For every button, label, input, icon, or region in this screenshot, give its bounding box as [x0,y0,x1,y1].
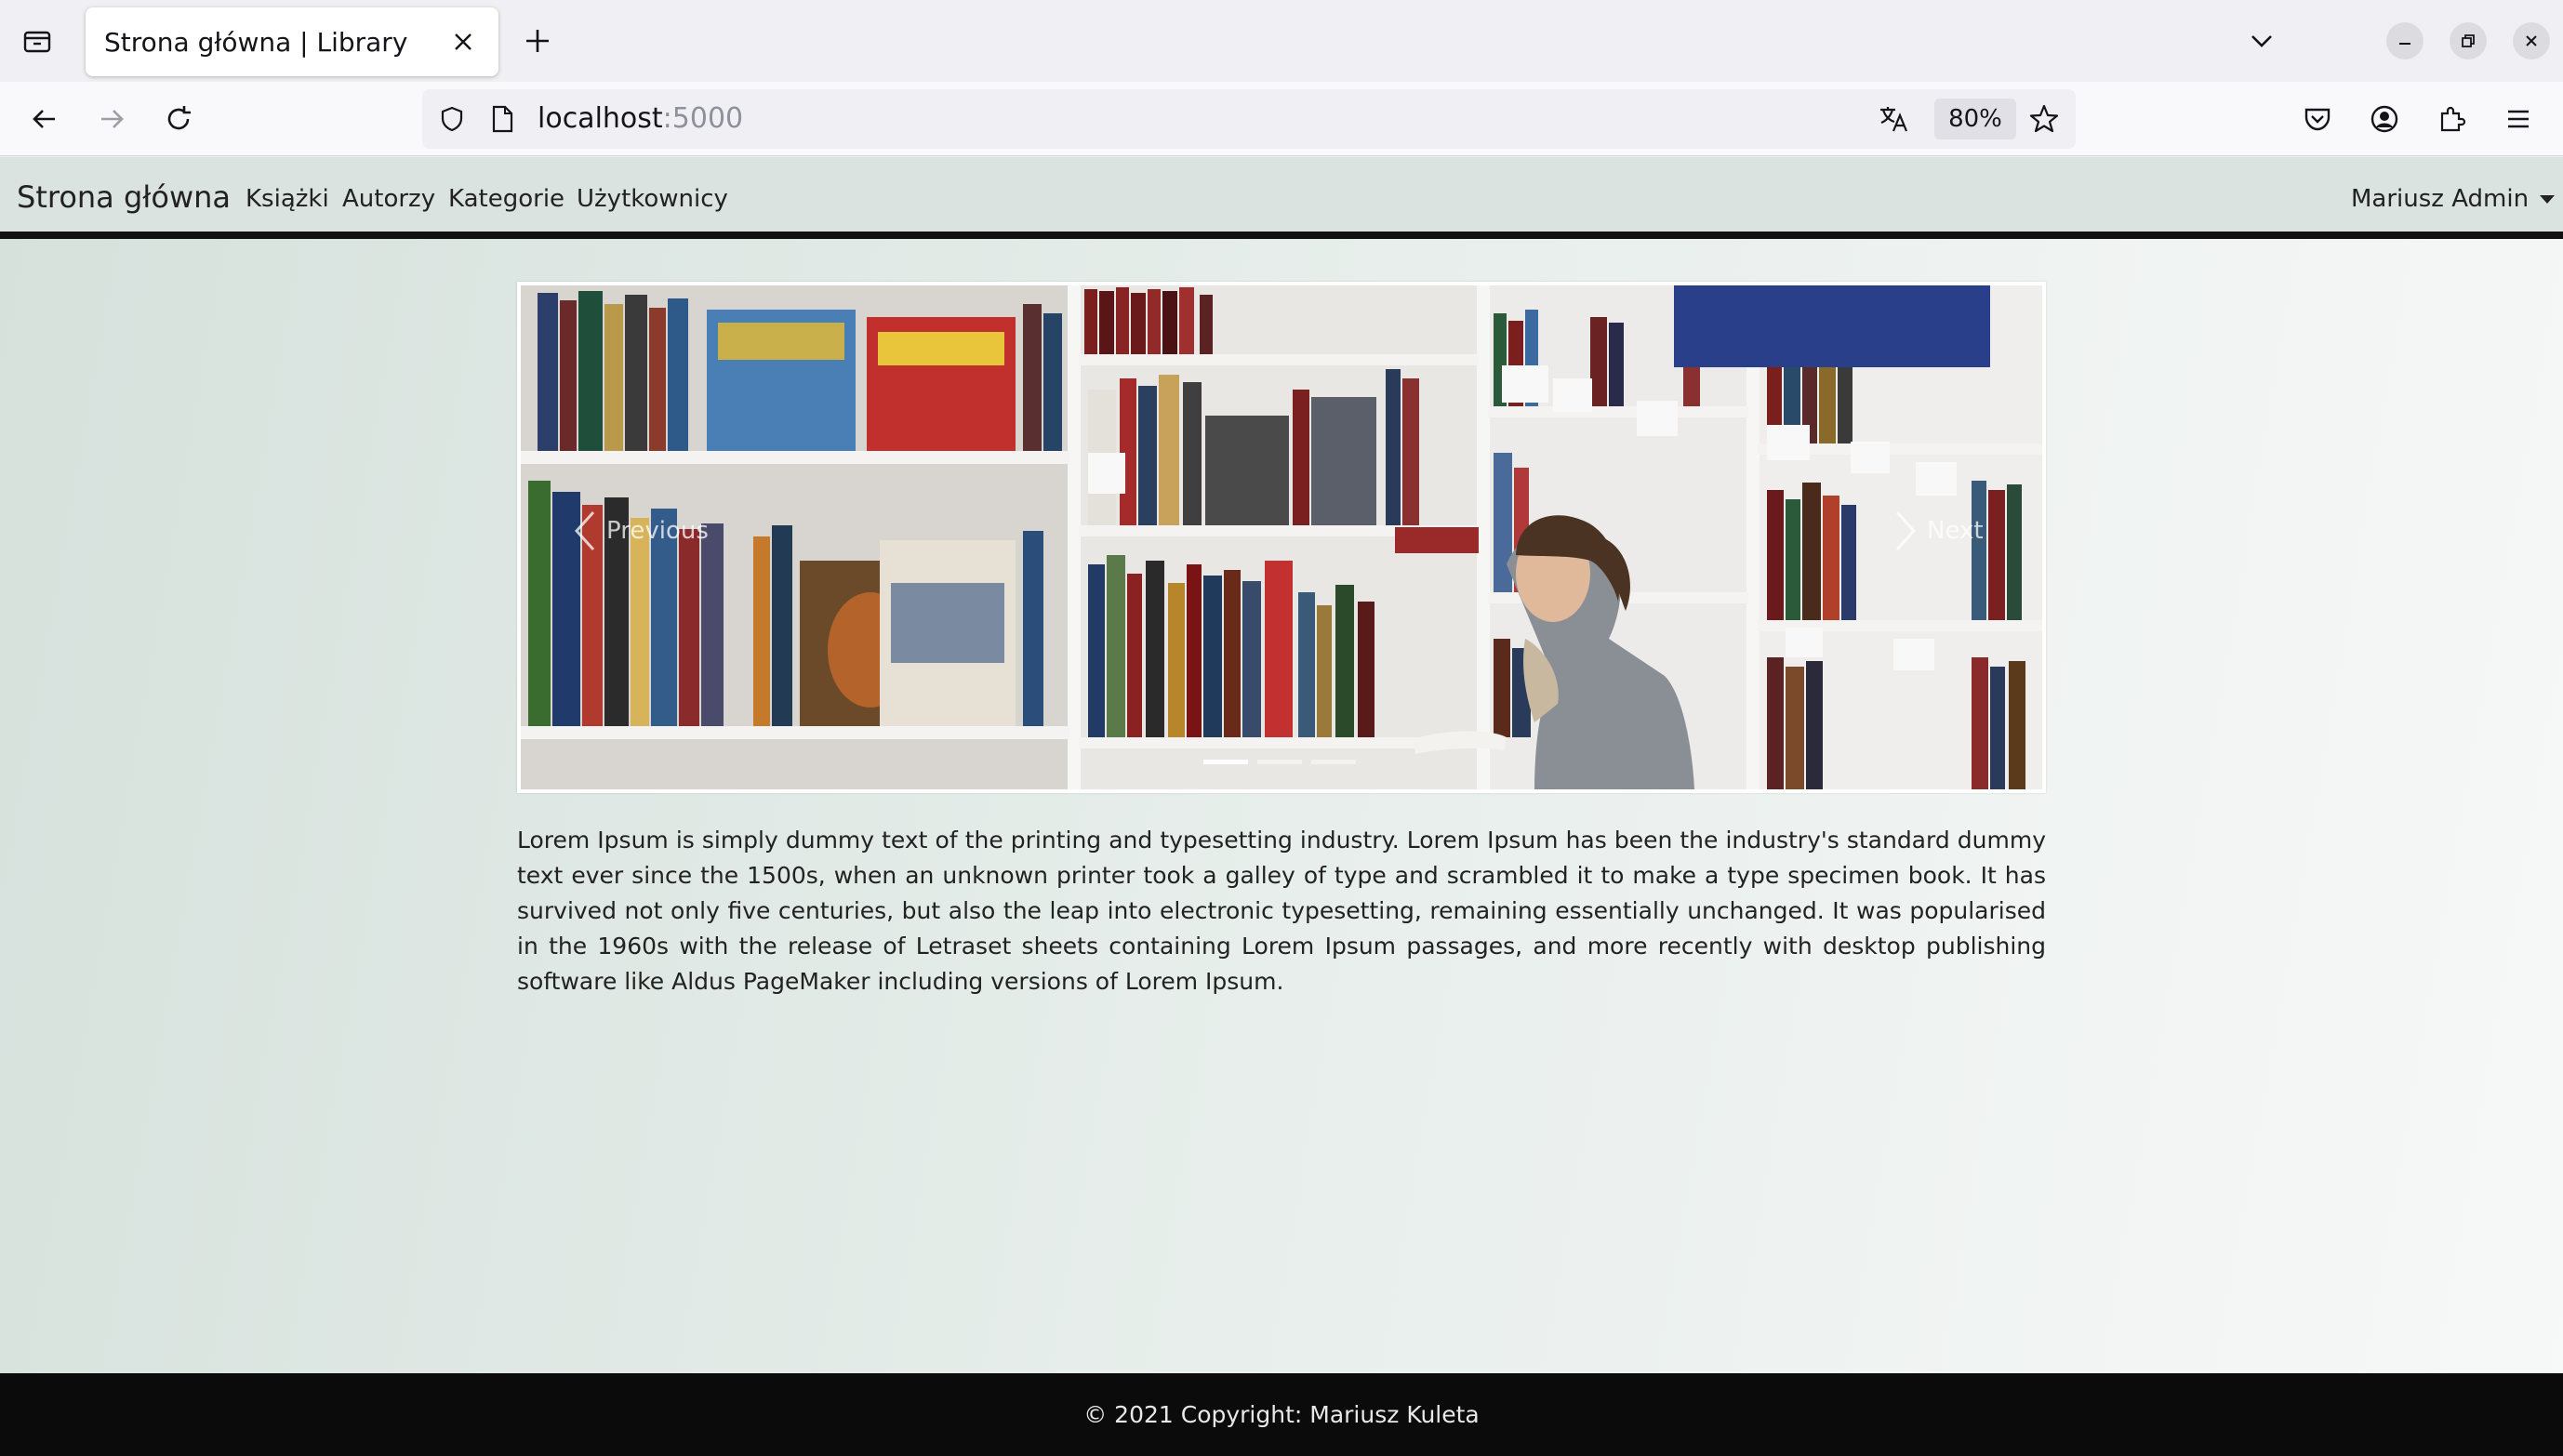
pocket-icon[interactable] [2297,99,2338,139]
extensions-icon[interactable] [2431,99,2472,139]
close-icon[interactable] [446,25,480,59]
image-carousel: Previous Next [517,282,2046,793]
forward-icon [91,99,132,139]
user-name: Mariusz Admin [2351,185,2530,213]
nav-link-categories[interactable]: Kategorie [448,185,564,213]
browser-tab[interactable]: Strona główna | Library [86,7,498,76]
tab-title: Strona główna | Library [104,26,408,58]
chevron-down-icon[interactable] [2241,20,2282,61]
tab-list-icon[interactable] [17,20,58,61]
caret-down-icon [2540,194,2556,204]
nav-link-books[interactable]: Książki [246,185,329,213]
carousel-indicator[interactable] [1257,760,1302,764]
nav-link-authors[interactable]: Autorzy [342,185,435,213]
user-dropdown[interactable]: Mariusz Admin [2351,185,2556,213]
carousel-indicator[interactable] [1311,760,1356,764]
carousel-indicator[interactable] [1203,760,1248,764]
page-content: Strona główna Książki Autorzy Kategorie … [0,157,2563,1456]
plus-icon[interactable] [517,20,558,61]
url-bar[interactable]: localhost:5000 80% [422,89,2076,149]
zoom-level[interactable]: 80% [1934,99,2016,139]
url-host: localhost [538,102,663,135]
star-icon[interactable] [2024,99,2065,139]
menu-icon[interactable] [2498,99,2539,139]
minimize-icon[interactable] [2384,20,2425,61]
account-icon[interactable] [2364,99,2405,139]
carousel-prev-button[interactable]: Previous [571,509,709,553]
chevron-right-icon [1895,510,1917,551]
carousel-next-label: Next [1927,517,1984,545]
carousel-indicators [1203,760,1356,764]
chevron-left-icon [574,510,595,551]
back-icon[interactable] [24,99,65,139]
carousel-prev-label: Previous [606,517,709,545]
brand-link[interactable]: Strona główna [17,179,231,215]
nav-link-users[interactable]: Użytkownicy [577,185,728,213]
library-bookshelf-photo [521,285,2042,789]
site-navbar: Strona główna Książki Autorzy Kategorie … [0,157,2563,239]
restore-icon[interactable] [2448,20,2489,61]
url-port: :5000 [662,102,744,135]
site-footer: © 2021 Copyright: Mariusz Kuleta [0,1373,2563,1456]
translate-icon[interactable] [1873,99,1914,139]
url-text: localhost:5000 [538,102,743,135]
reload-icon[interactable] [158,99,199,139]
browser-tab-bar: Strona główna | Library [0,0,2563,82]
carousel-next-button[interactable]: Next [1892,509,1984,553]
intro-paragraph: Lorem Ipsum is simply dummy text of the … [517,827,2046,995]
shield-icon[interactable] [432,99,472,139]
page-icon [484,100,521,138]
browser-toolbar: localhost:5000 80% [0,82,2563,156]
footer-copyright: © 2021 Copyright: Mariusz Kuleta [1083,1401,1480,1428]
close-window-icon[interactable] [2511,20,2552,61]
